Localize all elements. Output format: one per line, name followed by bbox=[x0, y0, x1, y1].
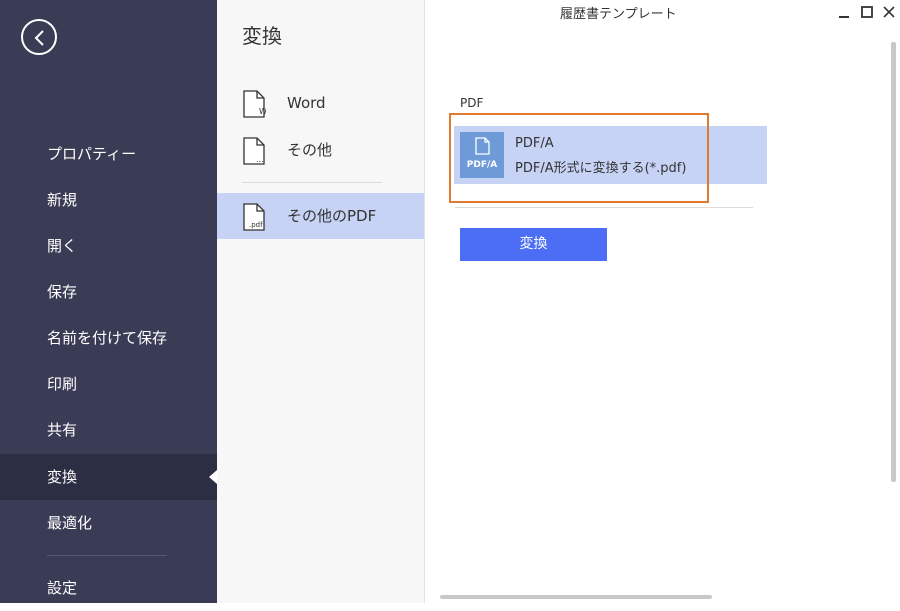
pdf-document-icon: .pdf bbox=[243, 203, 265, 231]
word-icon-glyph: W bbox=[259, 107, 266, 116]
sidebar-item-label: 印刷 bbox=[47, 375, 78, 393]
word-document-icon: W bbox=[243, 90, 266, 118]
pdf-icon-glyph: .pdf bbox=[249, 221, 263, 229]
sidebar-item-optimize[interactable]: 最適化 bbox=[0, 500, 217, 546]
convert-type-label: その他 bbox=[287, 141, 333, 159]
file-outline-icon bbox=[475, 137, 490, 155]
maximize-icon[interactable] bbox=[859, 4, 875, 20]
sidebar-item-label: 新規 bbox=[47, 191, 78, 209]
convert-type-other[interactable]: ... その他 bbox=[217, 127, 424, 173]
back-button[interactable] bbox=[21, 19, 57, 55]
horizontal-scrollbar[interactable] bbox=[440, 595, 712, 599]
sidebar-item-open[interactable]: 開く bbox=[0, 223, 217, 269]
pane-divider bbox=[242, 182, 382, 183]
convert-type-label: その他のPDF bbox=[287, 207, 377, 225]
sidebar: プロパティー 新規 開く 保存 名前を付けて保存 印刷 共有 変換 最適化 設定 bbox=[0, 0, 217, 603]
sidebar-item-label: 共有 bbox=[47, 421, 78, 439]
sidebar-item-label: 設定 bbox=[47, 579, 78, 597]
window-title: 履歴書テンプレート bbox=[560, 7, 677, 22]
convert-type-label: Word bbox=[287, 94, 326, 112]
sidebar-item-label: 変換 bbox=[47, 468, 78, 486]
other-document-icon: ... bbox=[243, 137, 265, 165]
active-indicator-arrow bbox=[209, 470, 217, 484]
minimize-icon[interactable] bbox=[836, 4, 852, 20]
content-divider bbox=[455, 207, 753, 208]
section-label: PDF bbox=[460, 96, 484, 110]
pane-separator bbox=[424, 0, 425, 603]
sidebar-item-settings[interactable]: 設定 bbox=[0, 565, 217, 611]
vertical-scrollbar[interactable] bbox=[891, 42, 896, 482]
sidebar-item-new[interactable]: 新規 bbox=[0, 177, 217, 223]
close-icon[interactable] bbox=[881, 4, 897, 20]
convert-type-other-pdf[interactable]: .pdf その他のPDF bbox=[217, 193, 424, 239]
sidebar-item-properties[interactable]: プロパティー bbox=[0, 131, 217, 177]
sidebar-item-share[interactable]: 共有 bbox=[0, 407, 217, 453]
convert-button[interactable]: 変換 bbox=[460, 228, 607, 261]
pane-title: 変換 bbox=[242, 24, 282, 48]
sidebar-item-convert[interactable]: 変換 bbox=[0, 454, 217, 500]
sidebar-item-save-as[interactable]: 名前を付けて保存 bbox=[0, 315, 217, 361]
pdfa-icon-label: PDF/A bbox=[466, 160, 498, 170]
sidebar-item-label: 最適化 bbox=[47, 514, 93, 532]
sidebar-item-print[interactable]: 印刷 bbox=[0, 361, 217, 407]
convert-type-word[interactable]: W Word bbox=[217, 80, 424, 126]
sidebar-item-label: 保存 bbox=[47, 283, 78, 301]
convert-type-pane: 変換 W Word ... その他 .pdf その他のPDF bbox=[217, 0, 424, 603]
sidebar-item-label: 名前を付けて保存 bbox=[47, 329, 168, 347]
sidebar-item-save[interactable]: 保存 bbox=[0, 269, 217, 315]
pdfa-file-icon: PDF/A bbox=[460, 132, 504, 178]
other-icon-glyph: ... bbox=[256, 155, 264, 164]
chevron-left-icon bbox=[34, 30, 44, 46]
sidebar-item-label: 開く bbox=[47, 237, 78, 255]
option-description: PDF/A形式に変換する(*.pdf) bbox=[515, 161, 687, 176]
sidebar-divider bbox=[47, 555, 167, 556]
pdfa-option[interactable]: PDF/A PDF/A PDF/A形式に変換する(*.pdf) bbox=[454, 126, 767, 184]
option-title: PDF/A bbox=[515, 136, 554, 151]
sidebar-item-label: プロパティー bbox=[47, 145, 137, 163]
